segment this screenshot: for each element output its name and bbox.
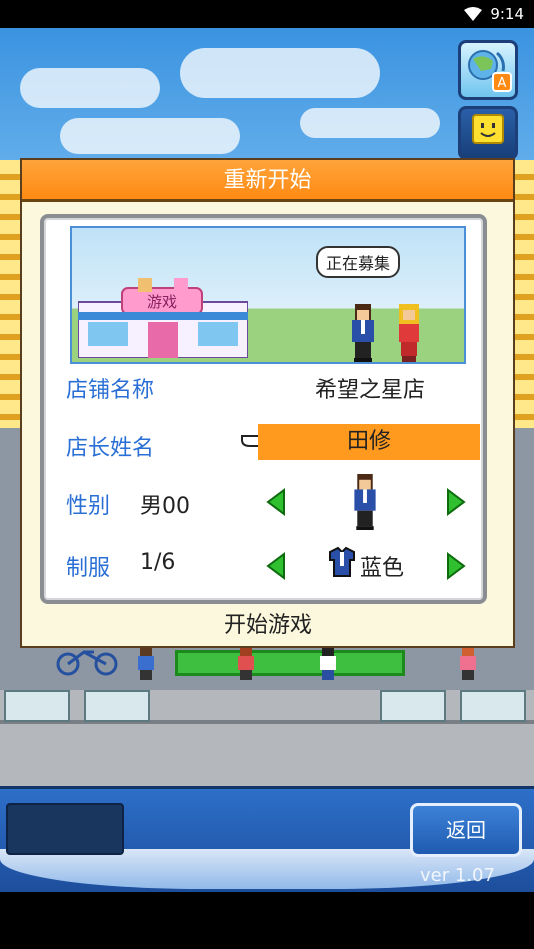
version-label: ver 1.07 [420, 865, 495, 886]
store-preview: 正在募集 游戏 [70, 226, 466, 364]
uniform-next-arrow-icon[interactable] [446, 552, 466, 580]
store-building-icon: 游戏 [78, 278, 248, 358]
gender-character-icon [354, 474, 376, 530]
wifi-icon [464, 7, 482, 21]
road [0, 690, 534, 790]
gender-next-arrow-icon[interactable] [446, 488, 466, 516]
left-decoration-lights [0, 160, 22, 440]
svg-text:游戏: 游戏 [147, 293, 177, 311]
manager-name-field[interactable]: 田修 [258, 424, 480, 460]
uniform-color: 蓝色 [360, 556, 405, 581]
pedestrian-icon [238, 646, 254, 680]
guard-rail [4, 690, 70, 722]
guard-rail [460, 690, 526, 722]
smile-face-icon [472, 114, 504, 144]
manager-character-icon [352, 304, 374, 362]
pedestrian-icon [138, 646, 154, 680]
translate-icon: A [468, 50, 512, 92]
clerk-character-icon [399, 304, 419, 362]
restart-dialog: 重新开始 正在募集 游戏 店铺名称 希望之星店 店长姓名 田修 性别 男00 制… [20, 158, 515, 648]
guard-rail [380, 690, 446, 722]
right-decoration-lights [512, 160, 534, 440]
store-name-field[interactable]: 希望之星店 [260, 372, 480, 404]
pedestrian-icon [320, 646, 336, 680]
smile-button[interactable] [458, 106, 518, 160]
recruiting-bubble: 正在募集 [316, 246, 401, 278]
guard-rail [84, 690, 150, 722]
bicycle-icon [56, 650, 118, 676]
start-game-button[interactable]: 开始游戏 [198, 606, 338, 646]
manager-name-label: 店长姓名 [66, 436, 155, 461]
settings-panel: 正在募集 游戏 店铺名称 希望之星店 店长姓名 田修 性别 男00 制服 1/6… [40, 214, 487, 604]
back-button[interactable]: 返回 [410, 803, 522, 857]
uniform-shirt-icon [329, 546, 355, 577]
grass-patch [175, 650, 405, 676]
status-time: 9:14 [490, 5, 524, 23]
info-box [6, 803, 124, 855]
dialog-title: 重新开始 [22, 160, 513, 202]
status-bar: 9:14 [0, 0, 534, 28]
bottom-bar: 返回 ver 1.07 [0, 786, 534, 892]
svg-text:A: A [498, 76, 507, 91]
game-screen: 9:14 A 重新开始 正在募集 游戏 店铺名称 希望之星店 店长姓名 田修 性… [0, 0, 534, 949]
navigation-bar-area [0, 892, 534, 949]
uniform-index: 1/6 [140, 550, 176, 575]
uniform-label: 制服 [66, 556, 111, 581]
gender-label: 性别 [66, 494, 111, 519]
uniform-prev-arrow-icon[interactable] [266, 552, 286, 580]
sidewalk-line [0, 720, 534, 724]
language-button[interactable]: A [458, 40, 518, 100]
pedestrian-icon [460, 646, 476, 680]
store-name-label: 店铺名称 [66, 378, 155, 403]
gender-prev-arrow-icon[interactable] [266, 488, 286, 516]
gender-value: 男00 [140, 494, 190, 519]
